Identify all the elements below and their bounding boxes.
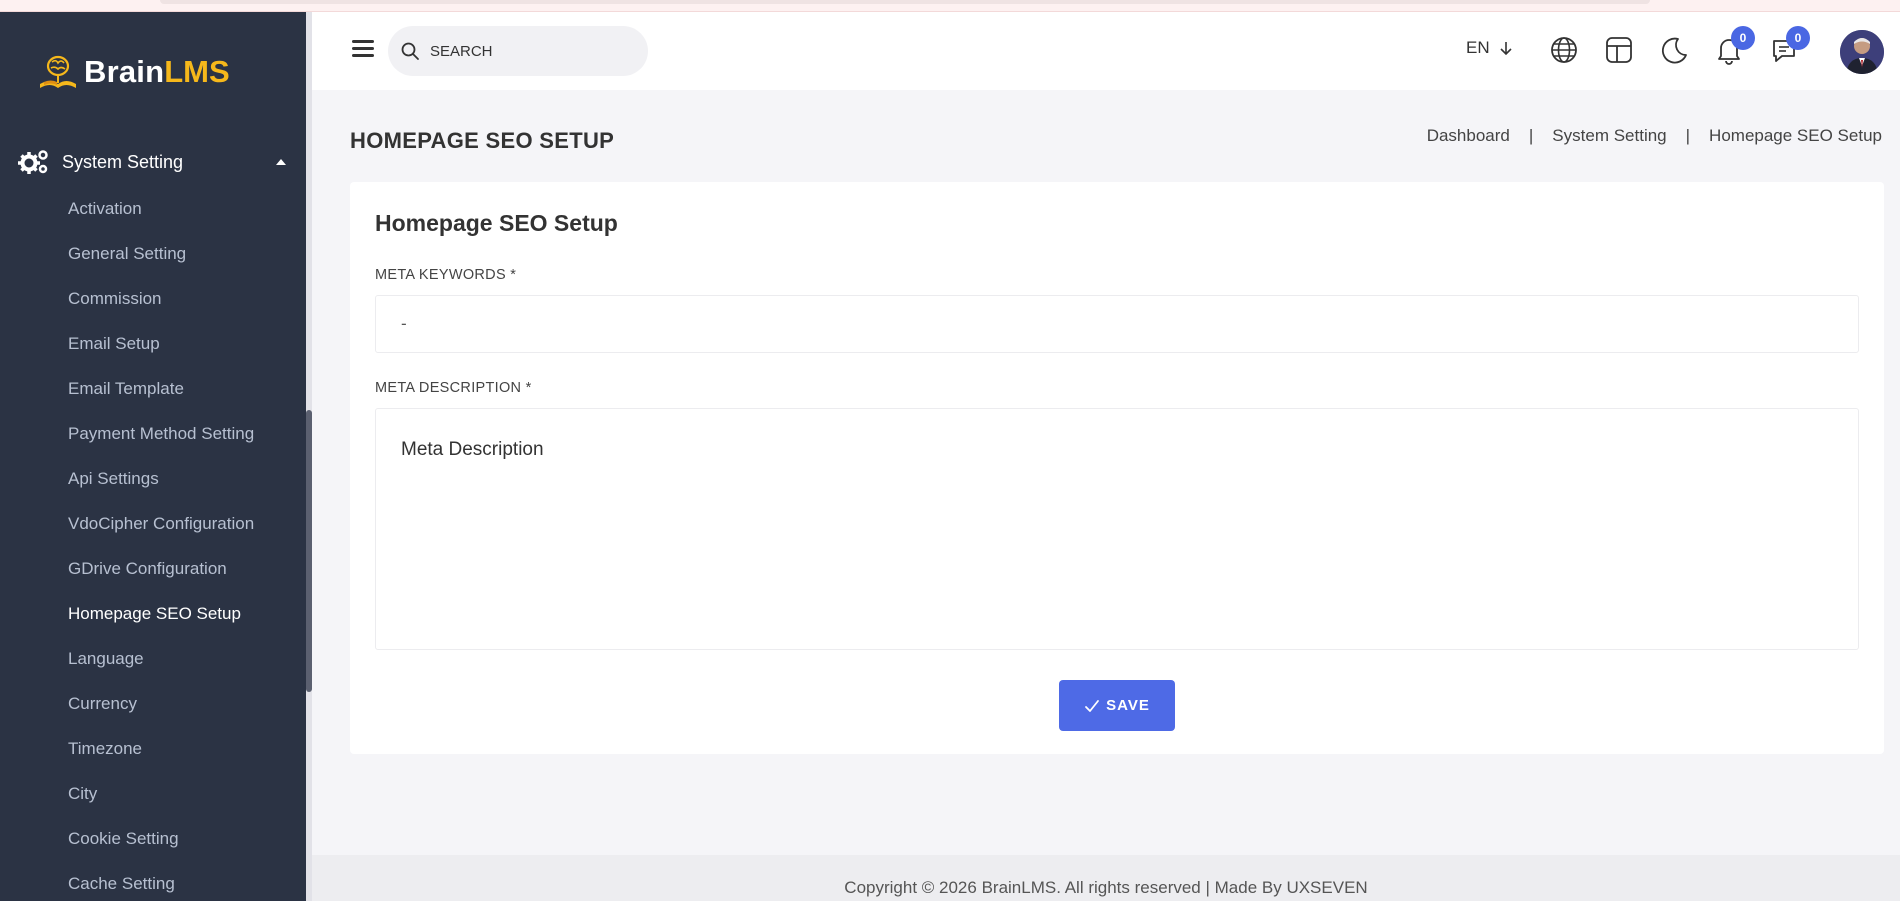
notifications-count-badge: 0 [1731,26,1755,50]
sidebar-item-homepage-seo-setup[interactable]: Homepage SEO Setup [68,591,254,636]
footer: Copyright © 2026 BrainLMS. All rights re… [312,855,1900,901]
meta-keywords-input[interactable] [375,295,1859,353]
page-title: HOMEPAGE SEO SETUP [350,128,615,153]
search-box[interactable] [388,26,648,76]
sidebar-item-api-settings[interactable]: Api Settings [68,456,254,501]
breadcrumb-separator: | [1528,126,1534,145]
sidebar-scrollbar-thumb[interactable] [306,410,312,692]
footer-copyright: Copyright © 2026 BrainLMS. All rights re… [844,878,1368,897]
sidebar-item-city[interactable]: City [68,771,254,816]
messages-chat-icon[interactable]: 0 [1768,26,1810,66]
brand-logo[interactable]: Brain LMS [36,52,230,92]
breadcrumb-system-setting[interactable]: System Setting [1552,126,1666,146]
sidebar-group-label: System Setting [62,151,184,172]
user-avatar[interactable] [1840,30,1884,74]
card-title: Homepage SEO Setup [375,210,618,236]
sidebar-item-payment-method-setting[interactable]: Payment Method Setting [68,411,254,456]
notifications-bell-icon[interactable]: 0 [1713,26,1755,66]
browser-top-stripe [0,0,1900,12]
check-icon [1085,699,1100,712]
meta-description-label: META DESCRIPTION * [375,380,532,396]
meta-keywords-label: META KEYWORDS * [375,267,517,283]
sidebar-item-general-setting[interactable]: General Setting [68,231,254,276]
sidebar-item-cookie-setting[interactable]: Cookie Setting [68,816,254,861]
sidebar-item-vdocipher-configuration[interactable]: VdoCipher Configuration [68,501,254,546]
brand-name-part1: Brain [84,54,165,89]
brain-book-logo-icon [40,55,76,88]
sidebar-item-gdrive-configuration[interactable]: GDrive Configuration [68,546,254,591]
sidebar: Brain LMS System Setting Activation Gener… [0,12,312,901]
moon-dark-mode-icon[interactable] [1658,34,1690,66]
sidebar-item-cache-setting[interactable]: Cache Setting [68,861,254,901]
sidebar-item-language[interactable]: Language [68,636,254,681]
sidebar-item-email-template[interactable]: Email Template [68,366,254,411]
sidebar-item-email-setup[interactable]: Email Setup [68,321,254,366]
sidebar-item-commission[interactable]: Commission [68,276,254,321]
brand-name-part2: LMS [164,54,230,89]
layout-icon[interactable] [1603,34,1635,66]
sidebar-item-activation[interactable]: Activation [68,186,254,231]
hamburger-menu-icon[interactable] [352,40,374,58]
arrow-down-icon [1500,42,1512,56]
language-selector[interactable]: EN [1466,38,1514,58]
sidebar-group-system-setting[interactable]: System Setting [18,136,288,188]
language-code: EN [1466,38,1490,57]
breadcrumb-dashboard[interactable]: Dashboard [1427,126,1510,146]
breadcrumb-separator: | [1685,126,1691,145]
save-button[interactable]: SAVE [1059,680,1175,731]
breadcrumb: Dashboard | System Setting | Homepage SE… [1427,126,1882,146]
meta-description-textarea[interactable]: Meta Description [375,408,1859,650]
sidebar-item-currency[interactable]: Currency [68,681,254,726]
messages-count-badge: 0 [1786,26,1810,50]
gears-icon [18,150,48,174]
seo-setup-card: Homepage SEO Setup META KEYWORDS * META … [350,182,1884,754]
caret-up-icon [276,159,286,165]
sidebar-submenu: Activation General Setting Commission Em… [68,186,254,901]
top-stripe-pill [160,0,1650,4]
search-input[interactable] [430,42,630,60]
search-icon [401,42,419,60]
globe-icon[interactable] [1548,34,1580,66]
top-header: EN 0 0 [312,12,1900,90]
save-button-label: SAVE [1106,697,1150,714]
breadcrumb-current: Homepage SEO Setup [1709,126,1882,145]
sidebar-item-timezone[interactable]: Timezone [68,726,254,771]
